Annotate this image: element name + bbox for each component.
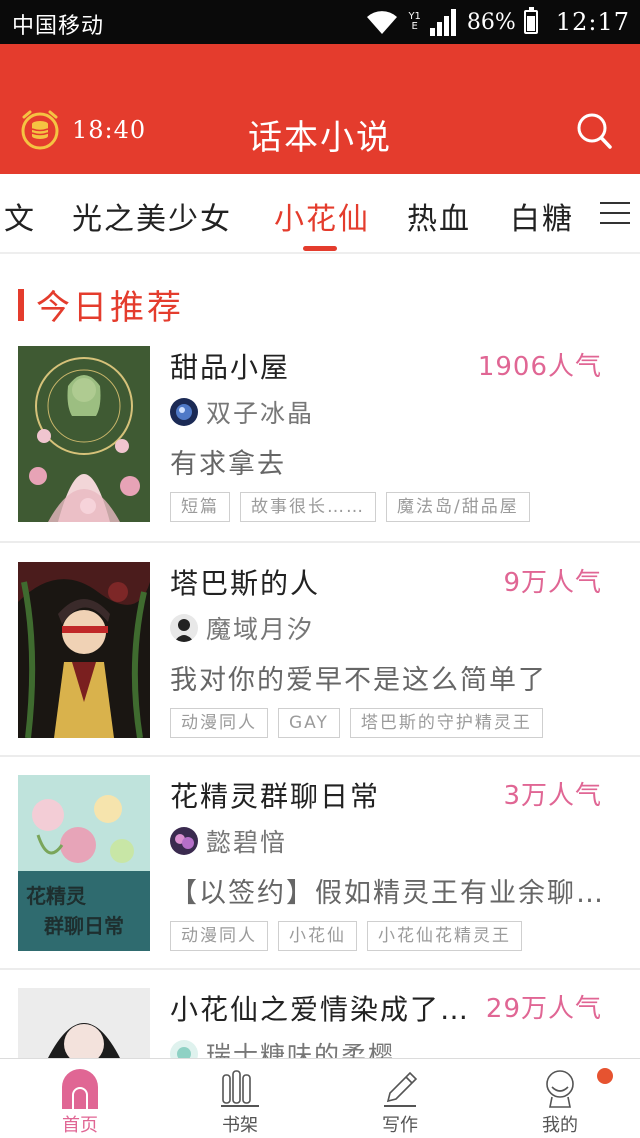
story-cover: 花精灵 群聊日常	[18, 775, 150, 951]
story-tags: 短篇 故事很长…… 魔法岛/甜品屋	[170, 492, 530, 522]
nav-profile[interactable]: 我的	[480, 1059, 640, 1138]
nav-bookshelf[interactable]: 书架	[160, 1059, 320, 1138]
profile-icon	[546, 1070, 574, 1108]
list-divider	[0, 541, 640, 543]
story-popularity: 3万人气	[503, 781, 602, 811]
story-popularity: 9万人气	[503, 568, 602, 598]
author-row[interactable]: 双子冰晶	[170, 394, 314, 430]
story-card[interactable]: 塔巴斯的人 9万人气 魔域月汐 我对你的爱早不是这么简单了 动漫同人 GAY 塔…	[0, 562, 640, 776]
tab-xiaohuaxian[interactable]: 小花仙	[274, 194, 370, 238]
hamburger-menu-icon[interactable]	[600, 202, 630, 228]
nav-label: 写作	[382, 1115, 418, 1136]
section-title: 今日推荐	[36, 288, 184, 328]
avatar	[170, 827, 198, 855]
story-description: 【以签约】假如精灵王有业余聊…	[170, 878, 605, 909]
nav-label: 首页	[62, 1115, 98, 1136]
story-title: 花精灵群聊日常	[170, 780, 381, 813]
status-icons: Y1 E 86% 12:17	[364, 6, 630, 38]
nav-write[interactable]: 写作	[320, 1059, 480, 1138]
story-tags: 动漫同人 GAY 塔巴斯的守护精灵王	[170, 708, 543, 738]
story-card[interactable]: 花精灵 群聊日常 花精灵群聊日常 3万人气 懿碧愔 【以签约】假如精灵王有业余聊…	[0, 775, 640, 989]
tab-guangzhimei[interactable]: 光之美少女	[72, 194, 232, 238]
story-title: 小花仙之爱情染成了…	[170, 993, 471, 1026]
bottom-navigation: 首页 书架 写作 我的	[0, 1058, 640, 1138]
home-icon	[62, 1069, 98, 1109]
story-popularity: 1906人气	[477, 352, 602, 382]
author-row[interactable]: 懿碧愔	[170, 823, 287, 859]
network-type: Y1 E	[408, 11, 421, 32]
status-bar: 中国移动 Y1 E 86% 12:17	[0, 0, 640, 44]
app-title: 话本小说	[248, 118, 392, 158]
story-card[interactable]: 小花仙之爱情染成了… 29万人气 瑞士糖味的柔樱	[0, 988, 640, 1058]
author-row[interactable]: 魔域月汐	[170, 610, 314, 646]
section-marker	[18, 288, 24, 321]
avatar	[170, 614, 198, 642]
story-cover	[18, 562, 150, 738]
category-tabs: 文 光之美少女 小花仙 热血 白糖	[0, 174, 640, 254]
story-tag[interactable]: 短篇	[170, 492, 230, 522]
story-tag[interactable]: GAY	[278, 708, 340, 738]
story-cover	[18, 346, 150, 522]
avatar	[170, 398, 198, 426]
story-tag[interactable]: 动漫同人	[170, 708, 268, 738]
list-divider	[0, 755, 640, 757]
search-icon[interactable]	[576, 112, 614, 152]
notification-dot	[597, 1068, 613, 1084]
story-author: 懿碧愔	[206, 828, 288, 857]
list-divider	[0, 968, 640, 970]
story-author: 瑞士糖味的柔樱	[206, 1041, 396, 1058]
app-header: 18:40 话本小说	[0, 44, 640, 174]
tab-partial-wen[interactable]: 文	[4, 194, 36, 238]
pen-icon	[384, 1071, 418, 1107]
nav-home[interactable]: 首页	[0, 1059, 160, 1138]
story-title: 甜品小屋	[170, 351, 291, 384]
story-description: 有求拿去	[170, 449, 286, 480]
cover-text-line-1: 花精灵	[26, 884, 87, 908]
tab-baitang[interactable]: 白糖	[510, 194, 574, 238]
avatar	[170, 1040, 198, 1058]
carrier-name: 中国移动	[12, 14, 105, 39]
active-tab-indicator	[303, 246, 337, 251]
story-tag[interactable]: 塔巴斯的守护精灵王	[349, 708, 543, 738]
author-row[interactable]: 瑞士糖味的柔樱	[170, 1036, 395, 1058]
wifi-icon	[367, 11, 398, 34]
bookshelf-icon	[221, 1070, 259, 1107]
nav-label: 书架	[222, 1115, 258, 1136]
status-clock: 12:17	[555, 8, 630, 36]
section-header: 今日推荐	[18, 280, 184, 329]
nav-label: 我的	[542, 1115, 578, 1136]
story-tag[interactable]: 故事很长……	[240, 492, 376, 522]
story-tag[interactable]: 动漫同人	[170, 921, 268, 951]
story-author: 双子冰晶	[206, 399, 315, 428]
story-tag[interactable]: 魔法岛/甜品屋	[386, 492, 530, 522]
battery-percent: 86%	[466, 9, 516, 35]
signal-icon	[429, 9, 456, 36]
story-cover	[18, 988, 150, 1058]
story-card[interactable]: 甜品小屋 1906人气 双子冰晶 有求拿去 短篇 故事很长…… 魔法岛/甜品屋	[0, 346, 640, 560]
story-tags: 动漫同人 小花仙 小花仙花精灵王	[170, 921, 522, 951]
story-tag[interactable]: 小花仙	[278, 921, 357, 951]
story-description: 我对你的爱早不是这么简单了	[170, 665, 547, 696]
story-tag[interactable]: 小花仙花精灵王	[367, 921, 522, 951]
story-author: 魔域月汐	[206, 615, 315, 644]
tab-rexue[interactable]: 热血	[407, 194, 471, 238]
battery-icon	[523, 7, 538, 34]
story-popularity: 29万人气	[485, 994, 602, 1024]
cover-text-line-2: 群聊日常	[43, 914, 124, 938]
story-title: 塔巴斯的人	[170, 567, 321, 600]
